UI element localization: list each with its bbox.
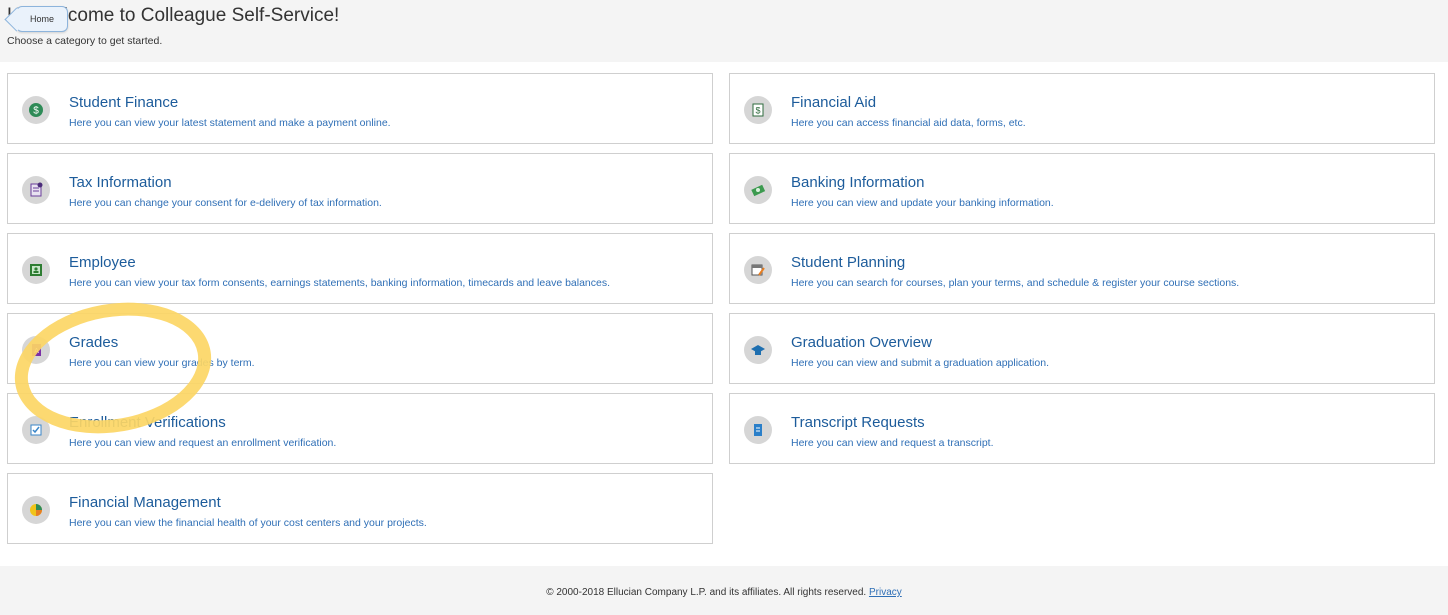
card-description: Here you can view and update your bankin… xyxy=(791,197,1054,209)
card-transcript-requests[interactable]: Transcript Requests Here you can view an… xyxy=(729,393,1435,464)
welcome-subtitle: Choose a category to get started. xyxy=(7,35,163,47)
page-header: Hi, Welcome to Colleague Self-Service! C… xyxy=(0,0,1448,62)
card-tax-information[interactable]: Tax Information Here you can change your… xyxy=(7,153,713,224)
svg-text:$: $ xyxy=(755,106,760,116)
footer-text: © 2000-2018 Ellucian Company L.P. and it… xyxy=(0,587,1448,598)
card-title[interactable]: Graduation Overview xyxy=(791,334,932,351)
copyright-text: © 2000-2018 Ellucian Company L.P. and it… xyxy=(546,587,867,598)
card-title[interactable]: Financial Management xyxy=(69,494,221,511)
card-description: Here you can view the financial health o… xyxy=(69,517,427,529)
card-description: Here you can search for courses, plan yo… xyxy=(791,277,1240,289)
card-description: Here you can view and submit a graduatio… xyxy=(791,357,1049,369)
card-student-finance[interactable]: $ Student Finance Here you can view your… xyxy=(7,73,713,144)
card-title[interactable]: Grades xyxy=(69,334,118,351)
graduation-cap-icon xyxy=(744,336,772,364)
card-enrollment-verifications[interactable]: Enrollment Verifications Here you can vi… xyxy=(7,393,713,464)
card-financial-management[interactable]: Financial Management Here you can view t… xyxy=(7,473,713,544)
grade-book-icon: A xyxy=(22,336,50,364)
dollar-coin-icon: $ xyxy=(22,96,50,124)
employee-badge-icon xyxy=(22,256,50,284)
checklist-icon xyxy=(22,416,50,444)
card-title[interactable]: Student Planning xyxy=(791,254,905,271)
money-stack-icon xyxy=(744,176,772,204)
tax-document-icon xyxy=(22,176,50,204)
card-banking-information[interactable]: Banking Information Here you can view an… xyxy=(729,153,1435,224)
svg-text:A: A xyxy=(34,348,39,355)
home-button-label: Home xyxy=(29,14,54,24)
card-title[interactable]: Banking Information xyxy=(791,174,924,191)
card-description: Here you can view your grades by term. xyxy=(69,357,255,369)
card-title[interactable]: Tax Information xyxy=(69,174,172,191)
card-description: Here you can change your consent for e-d… xyxy=(69,197,382,209)
card-description: Here you can access financial aid data, … xyxy=(791,117,1026,129)
calendar-pencil-icon xyxy=(744,256,772,284)
svg-text:$: $ xyxy=(33,106,39,117)
card-description: Here you can view and request a transcri… xyxy=(791,437,994,449)
card-title[interactable]: Financial Aid xyxy=(791,94,876,111)
card-title[interactable]: Enrollment Verifications xyxy=(69,414,226,431)
transcript-icon xyxy=(744,416,772,444)
card-title[interactable]: Student Finance xyxy=(69,94,178,111)
card-description: Here you can view your latest statement … xyxy=(69,117,391,129)
card-title[interactable]: Employee xyxy=(69,254,136,271)
card-description: Here you can view and request an enrollm… xyxy=(69,437,337,449)
card-graduation-overview[interactable]: Graduation Overview Here you can view an… xyxy=(729,313,1435,384)
home-button[interactable]: Home xyxy=(16,6,68,32)
card-financial-aid[interactable]: $ Financial Aid Here you can access fina… xyxy=(729,73,1435,144)
page-footer: © 2000-2018 Ellucian Company L.P. and it… xyxy=(0,566,1448,615)
privacy-link[interactable]: Privacy xyxy=(869,587,902,598)
card-description: Here you can view your tax form consents… xyxy=(69,277,611,289)
pie-chart-icon xyxy=(22,496,50,524)
card-employee[interactable]: Employee Here you can view your tax form… xyxy=(7,233,713,304)
card-student-planning[interactable]: Student Planning Here you can search for… xyxy=(729,233,1435,304)
card-grades[interactable]: A Grades Here you can view your grades b… xyxy=(7,313,713,384)
card-title[interactable]: Transcript Requests xyxy=(791,414,925,431)
money-bill-icon: $ xyxy=(744,96,772,124)
